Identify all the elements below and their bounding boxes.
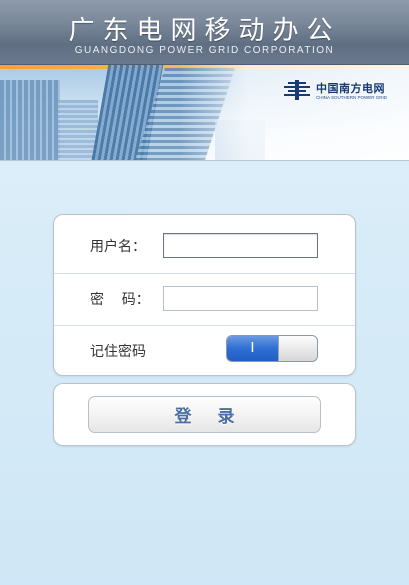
toggle-on-indicator: I	[227, 336, 278, 361]
password-row: 密 码：	[54, 273, 355, 326]
username-row: 用户名：	[54, 215, 355, 274]
logo-text-en: CHINA SOUTHERN POWER GRID	[316, 95, 388, 100]
password-input[interactable]	[163, 286, 318, 311]
app-title: 广东电网移动办公	[68, 16, 341, 46]
login-form-card: 用户名： 密 码： 记住密码 I	[53, 214, 356, 376]
remember-password-label: 记住密码	[90, 344, 146, 360]
app-subtitle: GUANGDONG POWER GRID CORPORATION	[74, 45, 335, 56]
app-header: 广东电网移动办公 GUANGDONG POWER GRID CORPORATIO…	[0, 0, 409, 65]
login-button[interactable]: 登录	[88, 396, 321, 433]
logo-text-cn: 中国南方电网	[316, 82, 385, 95]
username-input[interactable]	[163, 233, 318, 258]
remember-password-row: 记住密码 I	[54, 325, 355, 375]
login-button-card: 登录	[53, 383, 356, 446]
remember-password-toggle[interactable]: I	[226, 335, 318, 362]
building-graphic	[0, 80, 60, 160]
password-label: 密 码：	[90, 292, 150, 308]
username-label: 用户名：	[90, 239, 146, 255]
toggle-knob	[278, 336, 317, 361]
company-logo: 中国南方电网 CHINA SOUTHERN POWER GRID	[282, 78, 406, 104]
power-grid-logo-icon	[284, 80, 310, 100]
